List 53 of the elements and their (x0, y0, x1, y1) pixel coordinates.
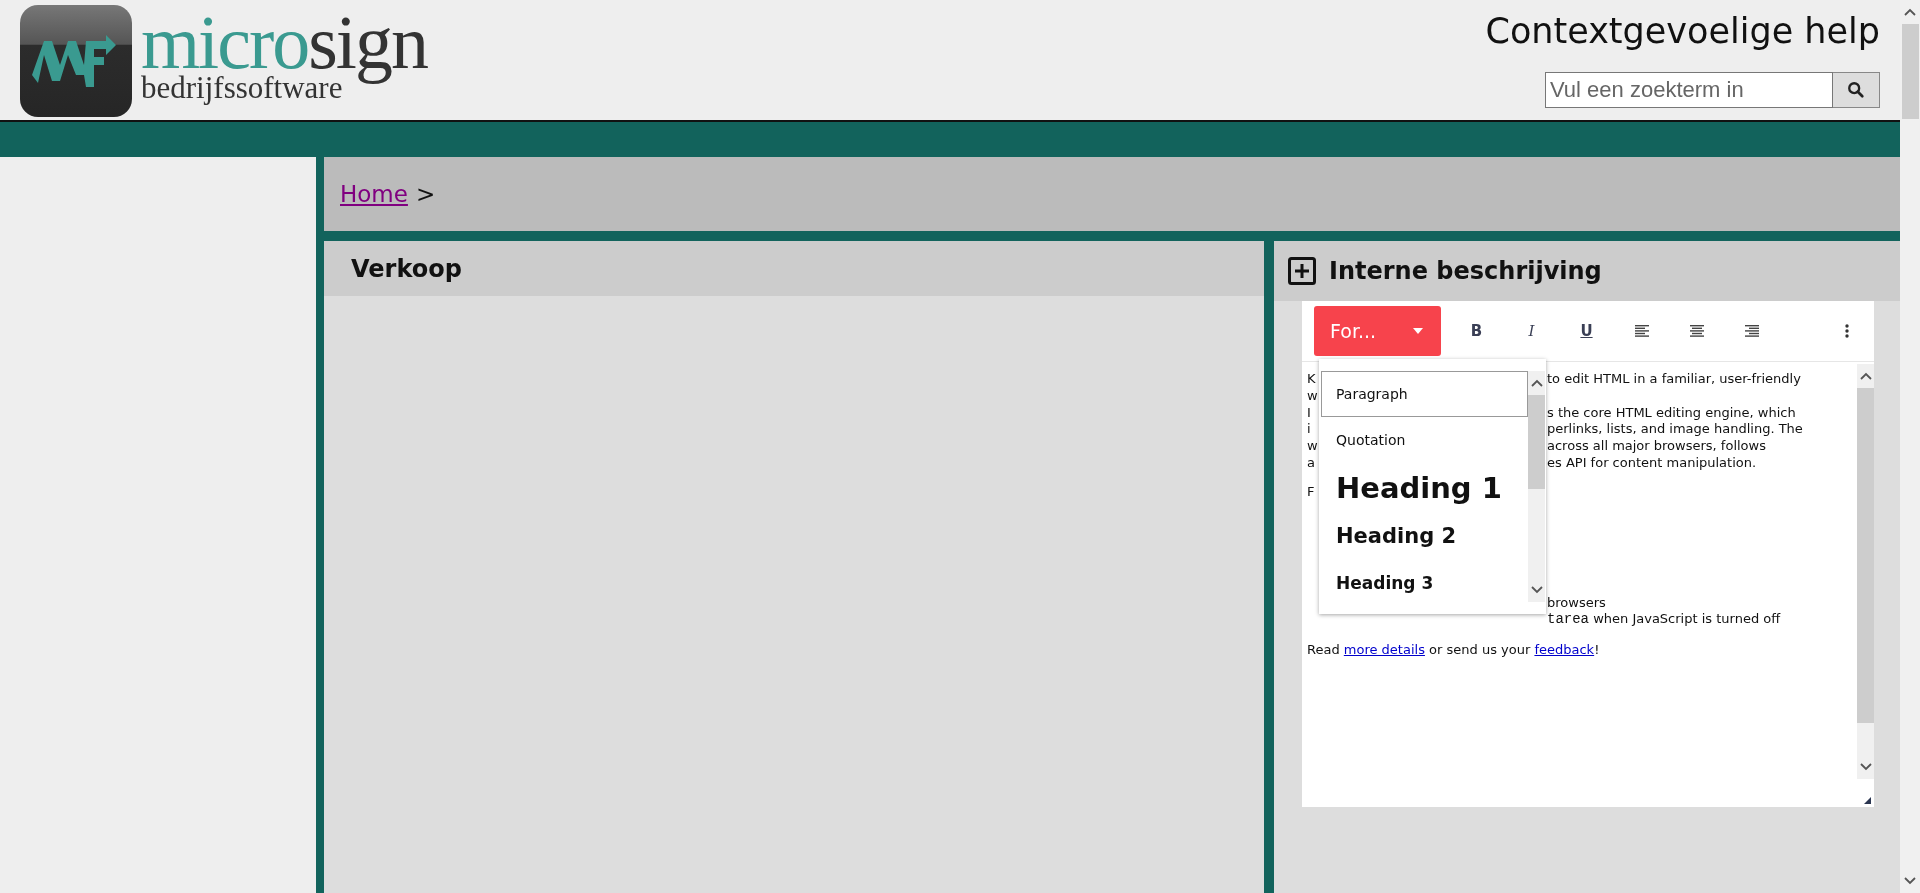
editor-text: across all major browsers, follows (1547, 438, 1766, 455)
editor-text: to edit HTML in a familiar, user-friendly (1547, 371, 1801, 388)
editor-text: es API for content manipulation. (1547, 455, 1757, 472)
scroll-down-icon[interactable] (1904, 877, 1916, 885)
page-title: Contextgevoelige help (1485, 10, 1880, 52)
underline-button[interactable]: U (1559, 311, 1614, 351)
scroll-up-icon[interactable] (1904, 8, 1916, 16)
editor-text: s the core HTML editing engine, which (1547, 404, 1796, 422)
search-icon (1847, 81, 1865, 99)
scroll-thumb[interactable] (1528, 395, 1545, 489)
editor-text: w (1307, 438, 1318, 454)
align-right-icon (1744, 324, 1759, 338)
scroll-up-icon[interactable] (1859, 372, 1872, 380)
align-left-icon (1634, 324, 1649, 338)
scrollbar[interactable] (1857, 364, 1874, 779)
menu-item[interactable]: Paragraph (1321, 371, 1528, 417)
editor-text: K (1307, 371, 1316, 386)
bold-button[interactable]: B (1449, 311, 1504, 351)
scroll-thumb[interactable] (1857, 388, 1874, 723)
breadcrumb-link[interactable]: Home (340, 181, 408, 207)
format-dropdown[interactable]: For... (1314, 306, 1441, 356)
text-link[interactable]: feedback (1534, 642, 1595, 658)
italic-button[interactable]: I (1504, 311, 1559, 351)
caret-icon (1413, 328, 1423, 334)
expand-icon[interactable] (1288, 257, 1316, 285)
editor-paragraph: Read more details or send us your feedback! (1307, 642, 1601, 659)
search-button[interactable] (1833, 72, 1880, 108)
editor-text: I (1307, 404, 1311, 420)
align-center-icon (1689, 324, 1704, 338)
resize-handle-icon[interactable] (1864, 797, 1871, 804)
editor-text: perlinks, lists, and image handling. The (1547, 421, 1803, 439)
scroll-down-icon[interactable] (1530, 586, 1543, 594)
menu-item[interactable]: Heading 1 (1321, 463, 1528, 513)
more-icon (1845, 324, 1849, 338)
search-field[interactable]: Vul een zoekterm in (1545, 72, 1833, 108)
scroll-thumb[interactable] (1901, 24, 1919, 119)
scroll-down-icon[interactable] (1859, 763, 1872, 771)
logo-icon (20, 5, 132, 117)
menu-item[interactable]: Heading 2 (1321, 513, 1528, 559)
editor-text: tarea when JavaScript is turned off (1547, 611, 1781, 629)
editor-text: F (1307, 483, 1315, 499)
panel-title: Interne beschrijving (1329, 257, 1602, 285)
panel-title: Verkoop (351, 254, 462, 283)
editor-text: a (1307, 455, 1315, 470)
menu-item[interactable]: Heading 3 (1321, 559, 1528, 607)
breadcrumb-separator: > (415, 181, 436, 207)
editor-text: w (1307, 387, 1318, 403)
text-link[interactable]: more details (1343, 642, 1425, 658)
editor-text: i (1307, 421, 1311, 437)
scroll-up-icon[interactable] (1530, 379, 1543, 387)
scrollbar[interactable] (1528, 371, 1545, 602)
editor-text: browsers (1547, 594, 1606, 612)
menu-item[interactable]: Quotation (1321, 417, 1528, 463)
